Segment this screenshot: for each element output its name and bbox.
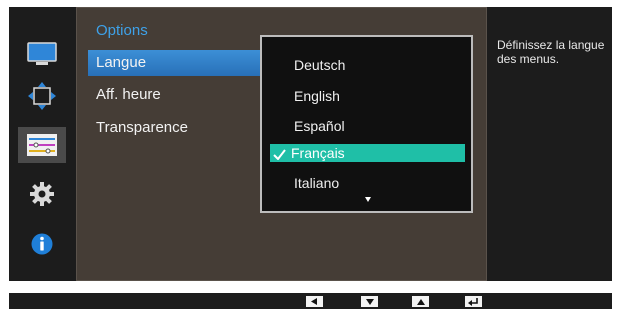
language-option-label: Italiano: [294, 175, 340, 191]
language-dropdown: Deutsch English Español Français Italian…: [260, 35, 473, 213]
checkmark-icon: [270, 144, 291, 162]
up-arrow-icon: [416, 298, 425, 305]
down-arrow-icon: [365, 298, 374, 305]
gear-icon: [30, 182, 54, 206]
language-option[interactable]: Deutsch: [270, 56, 465, 74]
language-option-selected[interactable]: Français: [270, 144, 465, 162]
up-button[interactable]: [412, 296, 429, 307]
panel-title: Options: [96, 22, 148, 39]
language-option-label: Español: [294, 118, 345, 134]
monitor-icon: [27, 42, 57, 65]
picture-category-button[interactable]: [18, 36, 66, 72]
setup-category-button[interactable]: [18, 176, 66, 212]
info-icon: [31, 233, 53, 255]
information-category-button[interactable]: [18, 226, 66, 262]
menu-item-langue[interactable]: Langue: [88, 50, 278, 76]
language-option[interactable]: English: [270, 87, 465, 105]
size-position-category-button[interactable]: [18, 78, 66, 114]
language-option-label: Deutsch: [294, 57, 346, 73]
size-position-icon: [28, 82, 56, 110]
language-option-label: Français: [291, 145, 345, 161]
help-text: Définissez la langue des menus.: [497, 38, 605, 66]
left-button[interactable]: [306, 296, 323, 307]
settings-sliders-icon: [27, 134, 57, 156]
enter-button[interactable]: [465, 296, 482, 307]
enter-icon: [468, 297, 478, 306]
navigation-button-bar: [9, 293, 612, 309]
system-category-button[interactable]: [18, 127, 66, 163]
language-option-label: English: [294, 88, 340, 104]
down-button[interactable]: [361, 296, 378, 307]
help-panel: Définissez la langue des menus.: [487, 7, 612, 281]
category-icon-column: [9, 7, 76, 281]
menu-item-aff-heure[interactable]: Aff. heure: [88, 82, 278, 108]
scroll-down-indicator-icon: [365, 197, 371, 202]
menu-item-transparence[interactable]: Transparence: [88, 115, 278, 141]
language-option[interactable]: Italiano: [270, 174, 465, 192]
language-option[interactable]: Español: [270, 117, 465, 135]
left-arrow-icon: [311, 298, 317, 305]
